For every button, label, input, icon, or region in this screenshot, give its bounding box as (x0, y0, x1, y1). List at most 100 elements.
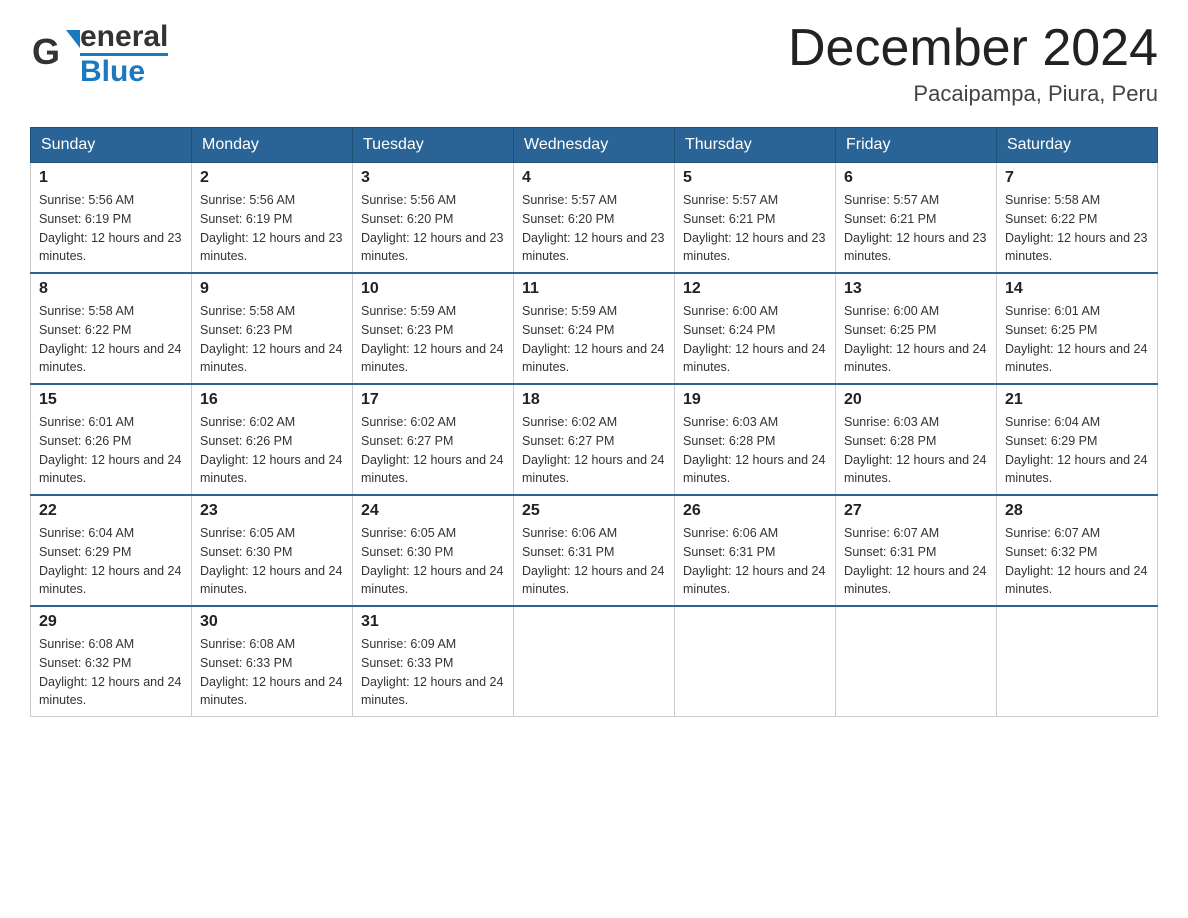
sunset-label: Sunset: (844, 212, 890, 226)
sunrise-label: Sunrise: (522, 526, 571, 540)
day-info: Sunrise: 6:02 AM Sunset: 6:27 PM Dayligh… (522, 413, 666, 488)
day-info: Sunrise: 6:03 AM Sunset: 6:28 PM Dayligh… (844, 413, 988, 488)
day-info: Sunrise: 6:08 AM Sunset: 6:33 PM Dayligh… (200, 635, 344, 710)
sunset-value: 6:31 PM (890, 545, 937, 559)
day-number: 11 (522, 280, 666, 298)
calendar-day-cell: 30 Sunrise: 6:08 AM Sunset: 6:33 PM Dayl… (192, 606, 353, 717)
sunrise-value: 5:58 AM (88, 304, 134, 318)
sunrise-label: Sunrise: (200, 637, 249, 651)
sunset-value: 6:21 PM (890, 212, 937, 226)
daylight-label: Daylight: 12 hours and 24 minutes. (200, 342, 342, 375)
daylight-label: Daylight: 12 hours and 24 minutes. (683, 564, 825, 597)
sunset-value: 6:29 PM (85, 545, 132, 559)
sunset-value: 6:23 PM (407, 323, 454, 337)
day-number: 29 (39, 613, 183, 631)
sunrise-value: 5:58 AM (1054, 193, 1100, 207)
day-info: Sunrise: 5:56 AM Sunset: 6:19 PM Dayligh… (200, 191, 344, 266)
header-friday: Friday (836, 128, 997, 163)
sunrise-label: Sunrise: (844, 415, 893, 429)
day-info: Sunrise: 5:59 AM Sunset: 6:24 PM Dayligh… (522, 302, 666, 377)
daylight-label: Daylight: 12 hours and 24 minutes. (683, 453, 825, 486)
day-info: Sunrise: 6:06 AM Sunset: 6:31 PM Dayligh… (522, 524, 666, 599)
calendar-day-cell: 20 Sunrise: 6:03 AM Sunset: 6:28 PM Dayl… (836, 384, 997, 495)
sunrise-label: Sunrise: (361, 193, 410, 207)
sunrise-value: 5:59 AM (410, 304, 456, 318)
calendar-day-cell: 10 Sunrise: 5:59 AM Sunset: 6:23 PM Dayl… (353, 273, 514, 384)
daylight-label: Daylight: 12 hours and 24 minutes. (1005, 453, 1147, 486)
day-info: Sunrise: 5:58 AM Sunset: 6:22 PM Dayligh… (1005, 191, 1149, 266)
calendar-day-cell: 17 Sunrise: 6:02 AM Sunset: 6:27 PM Dayl… (353, 384, 514, 495)
day-number: 23 (200, 502, 344, 520)
day-number: 10 (361, 280, 505, 298)
day-info: Sunrise: 6:07 AM Sunset: 6:31 PM Dayligh… (844, 524, 988, 599)
day-number: 2 (200, 169, 344, 187)
daylight-label: Daylight: 12 hours and 24 minutes. (200, 675, 342, 708)
day-info: Sunrise: 5:59 AM Sunset: 6:23 PM Dayligh… (361, 302, 505, 377)
calendar-day-cell: 26 Sunrise: 6:06 AM Sunset: 6:31 PM Dayl… (675, 495, 836, 606)
sunrise-label: Sunrise: (844, 304, 893, 318)
sunset-value: 6:20 PM (407, 212, 454, 226)
calendar-day-cell: 19 Sunrise: 6:03 AM Sunset: 6:28 PM Dayl… (675, 384, 836, 495)
daylight-label: Daylight: 12 hours and 24 minutes. (844, 453, 986, 486)
sunrise-label: Sunrise: (522, 415, 571, 429)
sunrise-value: 6:07 AM (1054, 526, 1100, 540)
sunset-label: Sunset: (683, 545, 729, 559)
day-info: Sunrise: 5:56 AM Sunset: 6:20 PM Dayligh… (361, 191, 505, 266)
calendar-day-cell: 29 Sunrise: 6:08 AM Sunset: 6:32 PM Dayl… (31, 606, 192, 717)
day-info: Sunrise: 5:57 AM Sunset: 6:20 PM Dayligh… (522, 191, 666, 266)
daylight-label: Daylight: 12 hours and 24 minutes. (361, 342, 503, 375)
header-sunday: Sunday (31, 128, 192, 163)
daylight-label: Daylight: 12 hours and 24 minutes. (200, 453, 342, 486)
logo-svg: G (30, 26, 80, 81)
sunset-value: 6:19 PM (85, 212, 132, 226)
daylight-label: Daylight: 12 hours and 23 minutes. (1005, 231, 1147, 264)
calendar-day-cell: 25 Sunrise: 6:06 AM Sunset: 6:31 PM Dayl… (514, 495, 675, 606)
daylight-label: Daylight: 12 hours and 23 minutes. (844, 231, 986, 264)
calendar-day-cell: 24 Sunrise: 6:05 AM Sunset: 6:30 PM Dayl… (353, 495, 514, 606)
sunrise-label: Sunrise: (683, 415, 732, 429)
calendar-day-cell: 16 Sunrise: 6:02 AM Sunset: 6:26 PM Dayl… (192, 384, 353, 495)
calendar-day-cell: 18 Sunrise: 6:02 AM Sunset: 6:27 PM Dayl… (514, 384, 675, 495)
day-number: 15 (39, 391, 183, 409)
sunrise-value: 5:58 AM (249, 304, 295, 318)
day-info: Sunrise: 6:02 AM Sunset: 6:26 PM Dayligh… (200, 413, 344, 488)
day-number: 7 (1005, 169, 1149, 187)
daylight-label: Daylight: 12 hours and 24 minutes. (361, 453, 503, 486)
sunset-value: 6:29 PM (1051, 434, 1098, 448)
daylight-label: Daylight: 12 hours and 23 minutes. (683, 231, 825, 264)
sunrise-value: 6:02 AM (249, 415, 295, 429)
day-info: Sunrise: 6:04 AM Sunset: 6:29 PM Dayligh… (1005, 413, 1149, 488)
sunset-value: 6:33 PM (246, 656, 293, 670)
header-thursday: Thursday (675, 128, 836, 163)
sunrise-label: Sunrise: (39, 637, 88, 651)
sunset-label: Sunset: (683, 212, 729, 226)
sunrise-label: Sunrise: (844, 526, 893, 540)
sunset-value: 6:30 PM (407, 545, 454, 559)
sunset-value: 6:28 PM (729, 434, 776, 448)
calendar-day-cell: 31 Sunrise: 6:09 AM Sunset: 6:33 PM Dayl… (353, 606, 514, 717)
calendar-week-row: 8 Sunrise: 5:58 AM Sunset: 6:22 PM Dayli… (31, 273, 1158, 384)
sunrise-label: Sunrise: (683, 193, 732, 207)
sunset-value: 6:32 PM (85, 656, 132, 670)
calendar-day-cell: 13 Sunrise: 6:00 AM Sunset: 6:25 PM Dayl… (836, 273, 997, 384)
sunset-label: Sunset: (200, 434, 246, 448)
sunrise-value: 6:03 AM (893, 415, 939, 429)
daylight-label: Daylight: 12 hours and 24 minutes. (361, 675, 503, 708)
day-info: Sunrise: 6:05 AM Sunset: 6:30 PM Dayligh… (200, 524, 344, 599)
sunrise-label: Sunrise: (844, 193, 893, 207)
day-number: 21 (1005, 391, 1149, 409)
sunset-label: Sunset: (39, 434, 85, 448)
calendar-day-cell: 2 Sunrise: 5:56 AM Sunset: 6:19 PM Dayli… (192, 163, 353, 274)
daylight-label: Daylight: 12 hours and 24 minutes. (844, 564, 986, 597)
day-number: 19 (683, 391, 827, 409)
day-number: 17 (361, 391, 505, 409)
sunset-label: Sunset: (200, 545, 246, 559)
day-info: Sunrise: 6:00 AM Sunset: 6:25 PM Dayligh… (844, 302, 988, 377)
calendar-week-row: 29 Sunrise: 6:08 AM Sunset: 6:32 PM Dayl… (31, 606, 1158, 717)
sunrise-value: 6:04 AM (88, 526, 134, 540)
daylight-label: Daylight: 12 hours and 24 minutes. (683, 342, 825, 375)
sunrise-label: Sunrise: (683, 304, 732, 318)
sunrise-value: 6:02 AM (410, 415, 456, 429)
day-info: Sunrise: 6:04 AM Sunset: 6:29 PM Dayligh… (39, 524, 183, 599)
svg-text:G: G (32, 31, 60, 72)
